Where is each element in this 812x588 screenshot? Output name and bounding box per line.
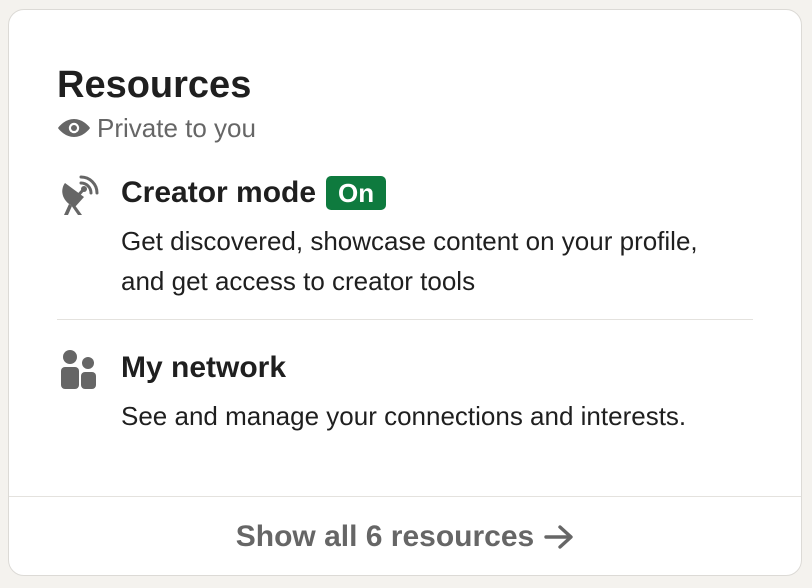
people-icon: [61, 350, 96, 389]
resource-item-my-network[interactable]: My network See and manage your connectio…: [57, 348, 757, 478]
my-network-heading: My network: [121, 348, 286, 388]
creator-mode-heading: Creator mode On: [121, 173, 387, 213]
satellite-dish-icon: [62, 175, 99, 215]
eye-icon: [58, 119, 90, 137]
resource-item-creator-mode[interactable]: Creator mode On Get discovered, showcase…: [57, 173, 757, 303]
privacy-label: Private to you: [97, 112, 256, 143]
resources-card: Resources Private to you Creator mode On…: [8, 9, 802, 576]
show-all-resources-button[interactable]: Show all 6 resources: [9, 496, 801, 575]
card-title: Resources: [57, 64, 252, 106]
divider: [57, 319, 753, 320]
arrow-right-icon: [544, 525, 573, 549]
resource-title: My network: [121, 351, 287, 384]
show-all-label: Show all 6 resources: [235, 520, 535, 553]
privacy-indicator: Private to you: [57, 112, 256, 144]
status-badge: On: [326, 176, 387, 210]
resource-description: See and manage your connections and inte…: [121, 401, 687, 431]
resource-title: Creator mode: [121, 176, 317, 209]
resource-description: Get discovered, showcase content on your…: [121, 226, 698, 296]
